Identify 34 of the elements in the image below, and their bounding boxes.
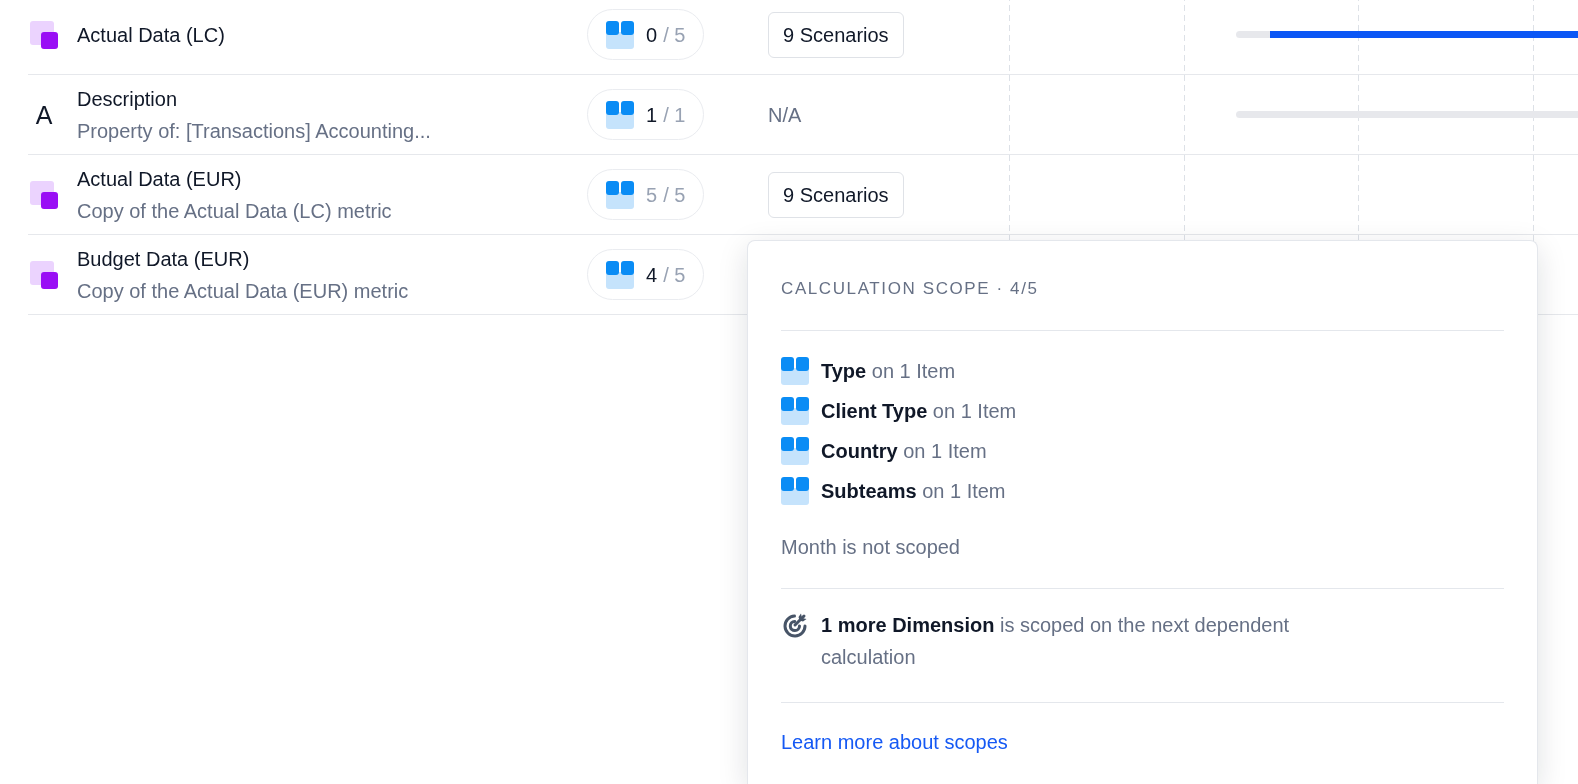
dimension-scope-label: Type on 1 Item — [821, 359, 956, 384]
scope-note: Month is not scoped — [781, 535, 961, 560]
scope-count-pill[interactable]: 4 / 5 — [587, 249, 705, 300]
dimension-grid-icon — [781, 397, 809, 425]
dimension-scope-label: Client Type on 1 Item — [821, 399, 1017, 424]
dimension-grid-icon — [606, 260, 634, 289]
dimension-scope-label: Subteams on 1 Item — [821, 479, 1006, 504]
dimension-grid-icon — [781, 477, 809, 505]
dimension-grid-icon — [781, 437, 809, 465]
dimension-grid-icon — [606, 180, 634, 209]
item-subtitle: Copy of the Actual Data (LC) metric — [77, 198, 392, 224]
item-subtitle: Property of: [Transactions] Accounting... — [77, 118, 431, 144]
item-title: Description — [77, 86, 179, 112]
scope-count-pill[interactable]: 0 / 5 — [587, 9, 705, 60]
scenarios-value: N/A — [768, 102, 802, 128]
scope-count-pill[interactable]: 1 / 1 — [587, 89, 705, 140]
metric-icon — [30, 20, 58, 49]
item-title: Budget Data (EUR) — [77, 246, 251, 272]
popover-heading: CALCULATION SCOPE · 4/5 — [781, 278, 1040, 300]
dimension-scope-label: Country on 1 Item — [821, 439, 987, 464]
item-subtitle: Copy of the Actual Data (EUR) metric — [77, 278, 409, 304]
metric-icon — [30, 260, 58, 289]
target-arrow-icon — [781, 611, 809, 639]
text-type-icon: A — [30, 100, 58, 129]
item-title: Actual Data (EUR) — [77, 166, 243, 192]
dimension-grid-icon — [781, 357, 809, 385]
learn-more-link[interactable]: Learn more about scopes — [781, 731, 1008, 753]
scenarios-button[interactable]: 9 Scenarios — [768, 171, 904, 218]
scenarios-button[interactable]: 9 Scenarios — [768, 11, 904, 58]
dimension-grid-icon — [606, 20, 634, 49]
dependent-scope-note: 1 more Dimension is scoped on the next dependent calculation — [821, 613, 1291, 670]
item-title: Actual Data (LC) — [77, 22, 225, 48]
dimension-grid-icon — [606, 100, 634, 129]
metric-icon — [30, 180, 58, 209]
